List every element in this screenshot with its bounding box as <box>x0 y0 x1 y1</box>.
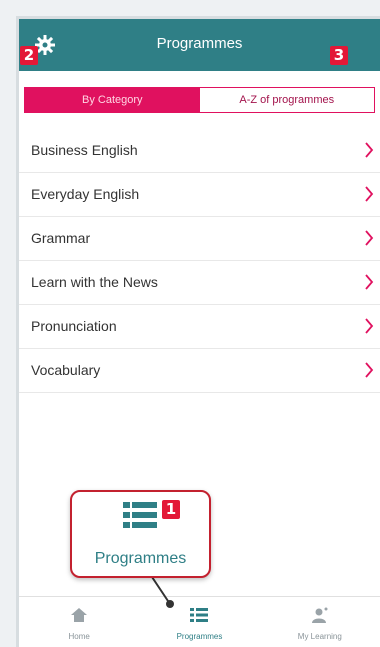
list-icon <box>123 502 157 528</box>
list-item-label: Grammar <box>31 230 91 246</box>
tab-a-z-programmes[interactable]: A-Z of programmes <box>199 88 374 112</box>
list-item-label: Business English <box>31 142 138 158</box>
tabbar-label: My Learning <box>297 632 342 641</box>
bottom-tab-bar: Home Programmes My Learning <box>19 596 380 647</box>
chevron-right-icon <box>365 142 374 158</box>
list-item-label: Pronunciation <box>31 318 117 334</box>
chevron-right-icon <box>365 230 374 246</box>
annotation-badge-3: 3 <box>330 46 348 65</box>
programmes-callout: Programmes <box>70 490 211 578</box>
stage: Programmes By Category A-Z of programmes… <box>0 0 380 647</box>
tabbar-item-programmes[interactable]: Programmes <box>139 597 259 647</box>
chevron-right-icon <box>365 274 374 290</box>
callout-label: Programmes <box>94 550 187 567</box>
category-list: Business English Everyday English Gramma… <box>19 129 380 393</box>
list-icon <box>190 608 209 622</box>
list-item-pronunciation[interactable]: Pronunciation <box>19 305 380 349</box>
list-item-vocabulary[interactable]: Vocabulary <box>19 349 380 393</box>
list-item-label: Vocabulary <box>31 362 101 378</box>
chevron-right-icon <box>365 186 374 202</box>
list-item-grammar[interactable]: Grammar <box>19 217 380 261</box>
tab-a-z-label: A-Z of programmes <box>239 94 335 106</box>
list-item-label: Everyday English <box>31 186 140 202</box>
annotation-badge-2: 2 <box>20 46 38 65</box>
segmented-tabs: By Category A-Z of programmes <box>24 87 375 113</box>
list-item-learn-with-the-news[interactable]: Learn with the News <box>19 261 380 305</box>
home-icon <box>71 608 88 622</box>
list-item-everyday-english[interactable]: Everyday English <box>19 173 380 217</box>
tabbar-label: Programmes <box>176 632 223 641</box>
list-item-label: Learn with the News <box>31 274 158 290</box>
tabbar-item-my-learning[interactable]: My Learning <box>260 597 380 647</box>
chevron-right-icon <box>365 362 374 378</box>
tabbar-item-home[interactable]: Home <box>19 597 139 647</box>
chevron-right-icon <box>365 318 374 334</box>
tab-by-category-label: By Category <box>81 94 143 106</box>
annotation-badge-1: 1 <box>162 500 180 519</box>
page-title: Programmes <box>156 35 243 52</box>
my-learning-icon <box>311 607 328 623</box>
tab-by-category[interactable]: By Category <box>25 88 200 112</box>
app-header: Programmes <box>19 19 380 71</box>
list-item-business-english[interactable]: Business English <box>19 129 380 173</box>
tabbar-label: Home <box>68 632 90 641</box>
